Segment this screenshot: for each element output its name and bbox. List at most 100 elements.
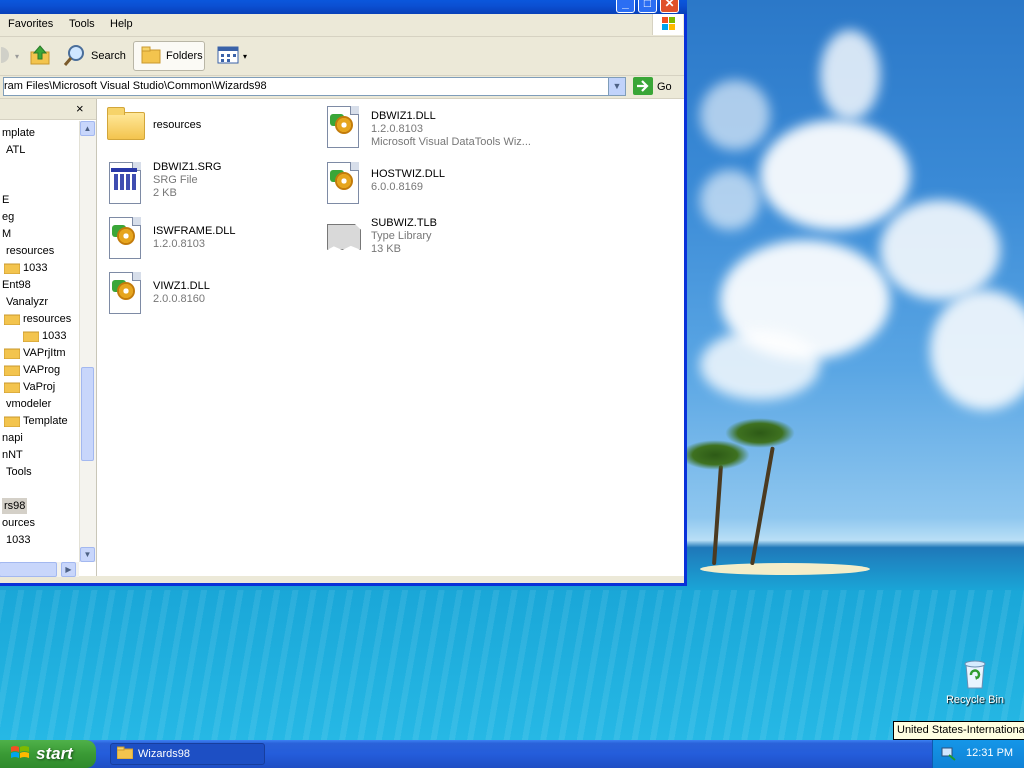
file-version: 1.2.0.8103 — [153, 238, 205, 250]
close-button[interactable]: ✕ — [660, 0, 679, 13]
chevron-up-icon: ▲ — [83, 124, 92, 133]
tree-item[interactable]: Vanalyzr — [6, 294, 48, 310]
tree-item[interactable]: 1033 — [22, 328, 66, 344]
maximize-button[interactable]: □ — [638, 0, 657, 13]
scroll-down-button[interactable]: ▼ — [80, 547, 95, 562]
tree-item[interactable]: 1033 — [3, 260, 47, 276]
search-icon — [63, 43, 87, 70]
forward-dropdown-icon: ▾ — [15, 51, 20, 61]
tree-item[interactable]: nNT — [2, 447, 23, 463]
taskbar-item-wizards98[interactable]: Wizards98 — [110, 743, 265, 765]
menu-favorites[interactable]: Favorites — [8, 18, 53, 30]
chevron-down-icon: ▼ — [612, 81, 622, 91]
chevron-right-icon: ▶ — [65, 565, 72, 574]
close-folders-pane-icon[interactable]: × — [76, 101, 84, 116]
windows-flag-icon — [10, 744, 30, 765]
scroll-thumb[interactable] — [81, 367, 94, 461]
file-name: resources — [153, 119, 202, 131]
tree-item[interactable]: resources — [6, 243, 54, 259]
folders-icon — [140, 45, 162, 68]
start-button[interactable]: start — [0, 740, 96, 768]
dll-icon — [105, 215, 145, 263]
tree-item[interactable]: VAProg — [3, 362, 60, 378]
go-button[interactable]: Go — [633, 76, 672, 97]
scroll-right-button[interactable]: ▶ — [61, 562, 76, 577]
search-label: Search — [91, 50, 126, 62]
network-icon[interactable] — [941, 746, 957, 765]
tree-item[interactable]: mplate — [2, 125, 35, 141]
file-item-resources[interactable]: resources — [105, 104, 201, 152]
folder-icon — [3, 381, 21, 394]
file-size: 2 KB — [153, 187, 177, 199]
file-item-subwiz-tlb[interactable]: SUBWIZ.TLB Type Library 13 KB — [323, 216, 437, 264]
tree-item[interactable]: Tools — [6, 464, 32, 480]
views-button[interactable]: ▾ — [217, 41, 247, 71]
file-item-dbwiz1-dll[interactable]: DBWIZ1.DLL 1.2.0.8103 Microsoft Visual D… — [323, 104, 531, 152]
minimize-icon: _ — [622, 0, 629, 10]
file-item-viwz1-dll[interactable]: VIWZ1.DLL 2.0.0.8160 — [105, 270, 210, 318]
tree-item[interactable]: napi — [2, 430, 23, 446]
scroll-up-button[interactable]: ▲ — [80, 121, 95, 136]
file-type: SRG File — [153, 174, 198, 186]
window-titlebar[interactable]: _ □ ✕ — [0, 0, 687, 14]
folders-button[interactable]: Folders — [133, 41, 205, 71]
tree-item[interactable]: VaProj — [3, 379, 55, 395]
start-label: start — [36, 744, 73, 763]
file-name: DBWIZ1.DLL — [371, 110, 436, 122]
address-input[interactable]: ram Files\Microsoft Visual Studio\Common… — [3, 77, 626, 96]
windows-logo-icon — [652, 14, 683, 35]
folders-pane-header: × — [0, 99, 96, 120]
tree-item[interactable]: ATL — [6, 142, 25, 158]
dll-icon — [323, 160, 363, 208]
folder-tree-horizontal-scrollbar[interactable]: ▶ — [0, 562, 79, 577]
scroll-thumb[interactable] — [0, 562, 57, 577]
file-description: Microsoft Visual DataTools Wiz... — [371, 136, 531, 148]
taskbar-item-label: Wizards98 — [138, 748, 190, 760]
folder-icon — [3, 347, 21, 360]
folder-icon — [3, 313, 21, 326]
file-list: resources DBWIZ1.DLL 1.2.0.8103 Microsof… — [97, 99, 684, 576]
maximize-icon: □ — [643, 0, 652, 10]
tree-item[interactable]: E — [2, 192, 9, 208]
tree-item-selected[interactable]: rs98 — [2, 498, 28, 514]
tree-item[interactable]: M — [2, 226, 11, 242]
clock: 12:31 PM — [966, 747, 1014, 759]
folder-icon — [105, 104, 145, 152]
file-name: HOSTWIZ.DLL — [371, 168, 445, 180]
file-item-iswframe-dll[interactable]: ISWFRAME.DLL 1.2.0.8103 — [105, 215, 236, 263]
views-dropdown-icon: ▾ — [243, 51, 248, 61]
tree-item[interactable]: Ent98 — [2, 277, 31, 293]
minimize-button[interactable]: _ — [616, 0, 635, 13]
forward-button[interactable]: ▾ — [0, 41, 20, 71]
folder-icon — [3, 364, 21, 377]
up-folder-button[interactable] — [29, 41, 51, 71]
tree-item[interactable]: eg — [2, 209, 14, 225]
file-item-dbwiz1-srg[interactable]: DBWIZ1.SRG SRG File 2 KB — [105, 160, 221, 208]
folder-icon — [22, 330, 40, 343]
file-name: ISWFRAME.DLL — [153, 225, 236, 237]
tree-item[interactable]: vmodeler — [6, 396, 51, 412]
recycle-bin-shortcut[interactable]: Recycle Bin — [942, 656, 1008, 706]
file-item-hostwiz-dll[interactable]: HOSTWIZ.DLL 6.0.0.8169 — [323, 160, 445, 208]
folder-icon — [116, 746, 134, 762]
address-dropdown-button[interactable]: ▼ — [608, 78, 625, 95]
close-icon: ✕ — [664, 0, 675, 10]
system-tray: 12:31 PM — [932, 740, 1024, 768]
dll-icon — [105, 270, 145, 318]
go-label: Go — [657, 81, 672, 93]
tree-item[interactable]: resources — [3, 311, 71, 327]
tree-item[interactable]: Template — [3, 413, 68, 429]
recycle-bin-label: Recycle Bin — [945, 694, 1005, 706]
tree-item[interactable]: ources — [2, 515, 35, 531]
recycle-bin-icon — [959, 656, 991, 690]
menu-tools[interactable]: Tools — [69, 18, 95, 30]
folder-icon — [3, 415, 21, 428]
folder-tree-vertical-scrollbar[interactable]: ▲ ▼ — [79, 121, 96, 562]
tree-item[interactable]: VAPrjItm — [3, 345, 66, 361]
type-library-icon — [323, 216, 363, 264]
tree-item[interactable]: 1033 — [6, 532, 30, 548]
search-button[interactable]: Search — [63, 41, 126, 71]
explorer-window: _ □ ✕ Favorites Tools Help ▾ Search Fold… — [0, 0, 687, 586]
file-version: 6.0.0.8169 — [371, 181, 423, 193]
menu-help[interactable]: Help — [110, 18, 133, 30]
